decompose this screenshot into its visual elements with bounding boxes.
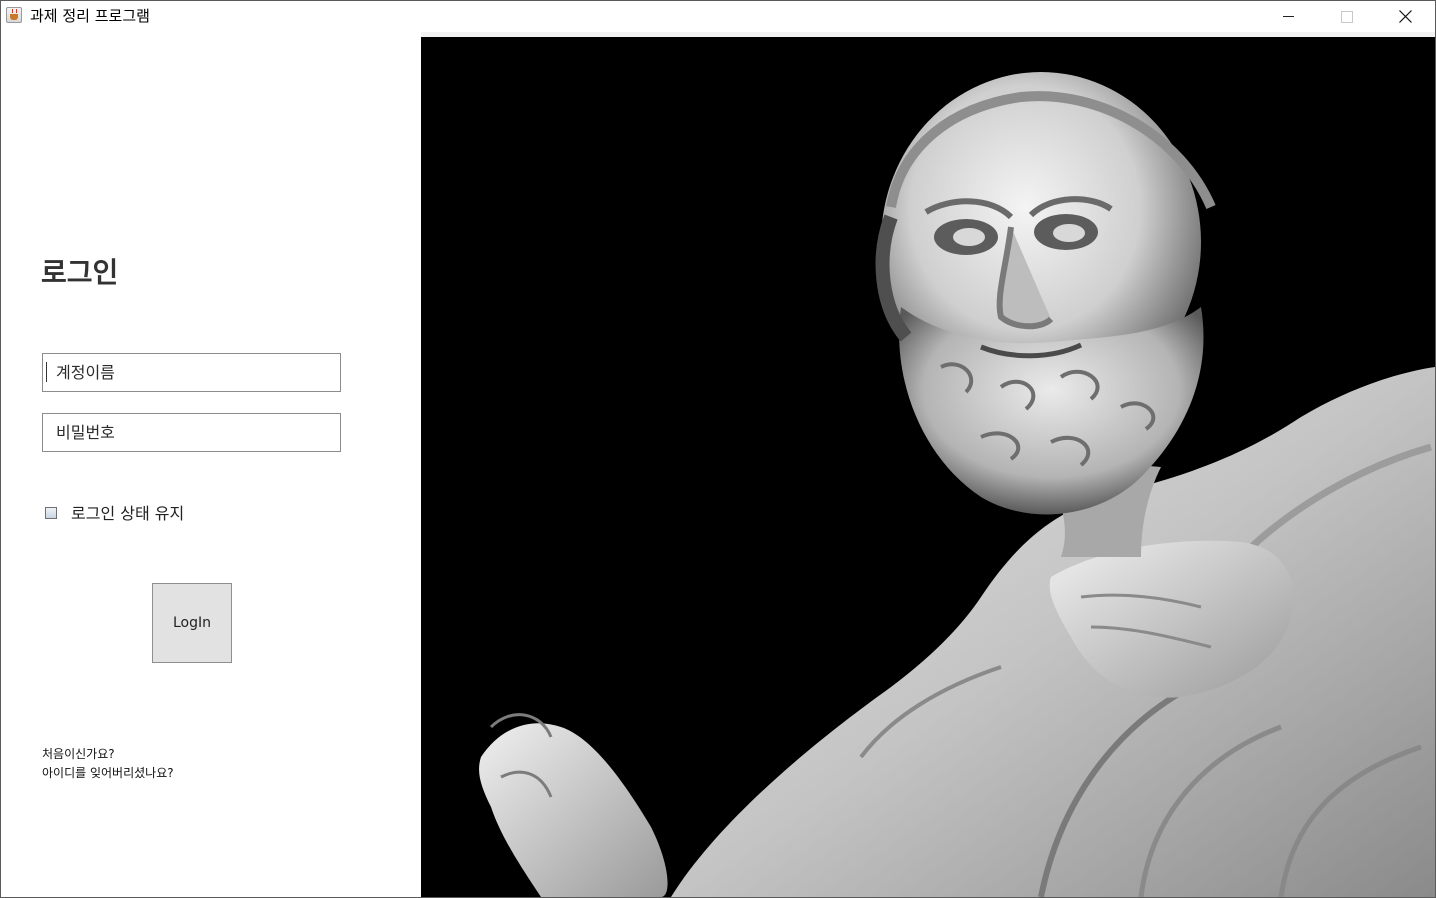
help-links: 처음이신가요? 아이디를 잊어버리셨나요? xyxy=(42,745,174,783)
close-button[interactable] xyxy=(1376,1,1434,32)
remember-login-option[interactable]: 로그인 상태 유지 xyxy=(45,503,245,523)
marble-statue-image xyxy=(421,37,1435,897)
close-icon xyxy=(1399,10,1412,23)
forgot-id-link[interactable]: 아이디를 잊어버리셨나요? xyxy=(42,764,174,783)
login-button[interactable]: LogIn xyxy=(152,583,232,663)
signup-link[interactable]: 처음이신가요? xyxy=(42,745,174,764)
minimize-button[interactable] xyxy=(1259,1,1317,32)
title-bar[interactable]: 과제 정리 프로그램 xyxy=(1,1,1435,32)
password-value: 비밀번호 xyxy=(56,423,115,442)
window-title: 과제 정리 프로그램 xyxy=(30,7,150,25)
maximize-button[interactable] xyxy=(1317,1,1375,32)
remember-checkbox[interactable] xyxy=(45,507,57,519)
maximize-icon xyxy=(1341,11,1353,23)
java-cup-icon xyxy=(6,7,22,23)
minimize-icon xyxy=(1283,16,1294,17)
password-field[interactable]: 비밀번호 xyxy=(42,413,341,452)
app-window: 과제 정리 프로그램 로그인 계정이름 비밀번호 로그인 상태 유지 LogIn… xyxy=(0,0,1436,898)
username-value: 계정이름 xyxy=(56,363,115,382)
text-caret xyxy=(46,362,47,382)
login-heading: 로그인 xyxy=(41,256,119,289)
username-field[interactable]: 계정이름 xyxy=(42,353,341,392)
remember-label[interactable]: 로그인 상태 유지 xyxy=(71,503,184,524)
